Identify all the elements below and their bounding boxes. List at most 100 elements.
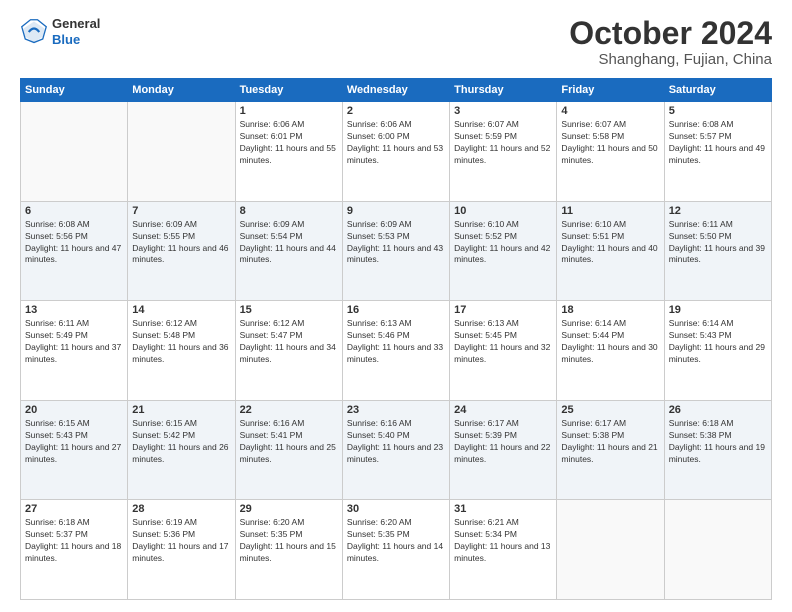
- calendar-day-cell: 1Sunrise: 6:06 AM Sunset: 6:01 PM Daylig…: [235, 102, 342, 202]
- calendar-day-cell: 11 Sunrise: 6:10 AM Sunset: 5:51 PM Dayli…: [557, 201, 664, 301]
- calendar-header-row: SundayMondayTuesdayWednesdayThursdayFrid…: [21, 79, 772, 102]
- calendar-day-cell: 25 Sunrise: 6:17 AM Sunset: 5:38 PM Dayli…: [557, 400, 664, 500]
- day-number: 29: [240, 503, 338, 515]
- logo: General Blue: [20, 16, 100, 47]
- day-info: Sunrise: 6:19 AM Sunset: 5:36 PM Dayligh…: [132, 517, 230, 565]
- logo-blue: Blue: [52, 32, 100, 48]
- month-year-title: October 2024: [569, 16, 772, 51]
- calendar-day-cell: 17 Sunrise: 6:13 AM Sunset: 5:45 PM Dayli…: [450, 301, 557, 401]
- day-info: Sunrise: 6:11 AM Sunset: 5:50 PM Dayligh…: [669, 219, 767, 267]
- day-info: Sunrise: 6:17 AM Sunset: 5:39 PM Dayligh…: [454, 418, 552, 466]
- calendar-day-cell: 21 Sunrise: 6:15 AM Sunset: 5:42 PM Dayli…: [128, 400, 235, 500]
- calendar-day-cell: [664, 500, 771, 600]
- calendar-day-cell: 10 Sunrise: 6:10 AM Sunset: 5:52 PM Dayli…: [450, 201, 557, 301]
- page: General Blue October 2024 Shanghang, Fuj…: [0, 0, 792, 612]
- calendar-day-cell: 26 Sunrise: 6:18 AM Sunset: 5:38 PM Dayli…: [664, 400, 771, 500]
- calendar-day-cell: 30 Sunrise: 6:20 AM Sunset: 5:35 PM Dayli…: [342, 500, 449, 600]
- calendar-day-cell: 19 Sunrise: 6:14 AM Sunset: 5:43 PM Dayli…: [664, 301, 771, 401]
- calendar-day-cell: [21, 102, 128, 202]
- day-info: Sunrise: 6:20 AM Sunset: 5:35 PM Dayligh…: [347, 517, 445, 565]
- weekday-header: Saturday: [664, 79, 771, 102]
- day-number: 21: [132, 404, 230, 416]
- day-info: Sunrise: 6:06 AM Sunset: 6:00 PM Dayligh…: [347, 119, 445, 167]
- day-number: 23: [347, 404, 445, 416]
- calendar-day-cell: [128, 102, 235, 202]
- day-number: 11: [561, 205, 659, 217]
- day-number: 18: [561, 304, 659, 316]
- day-number: 6: [25, 205, 123, 217]
- day-info: Sunrise: 6:09 AM Sunset: 5:53 PM Dayligh…: [347, 219, 445, 267]
- day-info: Sunrise: 6:13 AM Sunset: 5:45 PM Dayligh…: [454, 318, 552, 366]
- day-info: Sunrise: 6:09 AM Sunset: 5:54 PM Dayligh…: [240, 219, 338, 267]
- day-number: 22: [240, 404, 338, 416]
- day-info: Sunrise: 6:16 AM Sunset: 5:40 PM Dayligh…: [347, 418, 445, 466]
- calendar-week-row: 20 Sunrise: 6:15 AM Sunset: 5:43 PM Dayli…: [21, 400, 772, 500]
- day-info: Sunrise: 6:10 AM Sunset: 5:52 PM Dayligh…: [454, 219, 552, 267]
- calendar-day-cell: 6Sunrise: 6:08 AM Sunset: 5:56 PM Daylig…: [21, 201, 128, 301]
- calendar-week-row: 6Sunrise: 6:08 AM Sunset: 5:56 PM Daylig…: [21, 201, 772, 301]
- day-number: 25: [561, 404, 659, 416]
- day-number: 15: [240, 304, 338, 316]
- day-number: 28: [132, 503, 230, 515]
- calendar-week-row: 1Sunrise: 6:06 AM Sunset: 6:01 PM Daylig…: [21, 102, 772, 202]
- day-info: Sunrise: 6:14 AM Sunset: 5:44 PM Dayligh…: [561, 318, 659, 366]
- location-subtitle: Shanghang, Fujian, China: [569, 51, 772, 68]
- calendar-day-cell: 31 Sunrise: 6:21 AM Sunset: 5:34 PM Dayli…: [450, 500, 557, 600]
- day-info: Sunrise: 6:06 AM Sunset: 6:01 PM Dayligh…: [240, 119, 338, 167]
- day-number: 20: [25, 404, 123, 416]
- weekday-header: Monday: [128, 79, 235, 102]
- day-number: 14: [132, 304, 230, 316]
- day-info: Sunrise: 6:14 AM Sunset: 5:43 PM Dayligh…: [669, 318, 767, 366]
- day-number: 9: [347, 205, 445, 217]
- calendar-day-cell: 29 Sunrise: 6:20 AM Sunset: 5:35 PM Dayli…: [235, 500, 342, 600]
- weekday-header: Wednesday: [342, 79, 449, 102]
- day-number: 24: [454, 404, 552, 416]
- weekday-header: Sunday: [21, 79, 128, 102]
- calendar-day-cell: 27Sunrise: 6:18 AM Sunset: 5:37 PM Dayli…: [21, 500, 128, 600]
- calendar-day-cell: 12Sunrise: 6:11 AM Sunset: 5:50 PM Dayli…: [664, 201, 771, 301]
- day-number: 8: [240, 205, 338, 217]
- calendar-day-cell: 24 Sunrise: 6:17 AM Sunset: 5:39 PM Dayli…: [450, 400, 557, 500]
- day-info: Sunrise: 6:12 AM Sunset: 5:47 PM Dayligh…: [240, 318, 338, 366]
- calendar-day-cell: 18 Sunrise: 6:14 AM Sunset: 5:44 PM Dayli…: [557, 301, 664, 401]
- day-info: Sunrise: 6:09 AM Sunset: 5:55 PM Dayligh…: [132, 219, 230, 267]
- day-info: Sunrise: 6:12 AM Sunset: 5:48 PM Dayligh…: [132, 318, 230, 366]
- calendar-day-cell: 15 Sunrise: 6:12 AM Sunset: 5:47 PM Dayli…: [235, 301, 342, 401]
- day-info: Sunrise: 6:16 AM Sunset: 5:41 PM Dayligh…: [240, 418, 338, 466]
- calendar-day-cell: 7Sunrise: 6:09 AM Sunset: 5:55 PM Daylig…: [128, 201, 235, 301]
- day-info: Sunrise: 6:17 AM Sunset: 5:38 PM Dayligh…: [561, 418, 659, 466]
- day-number: 3: [454, 105, 552, 117]
- calendar-day-cell: 4Sunrise: 6:07 AM Sunset: 5:58 PM Daylig…: [557, 102, 664, 202]
- header: General Blue October 2024 Shanghang, Fuj…: [20, 16, 772, 68]
- logo-general: General: [52, 16, 100, 32]
- day-info: Sunrise: 6:11 AM Sunset: 5:49 PM Dayligh…: [25, 318, 123, 366]
- calendar-day-cell: 2Sunrise: 6:06 AM Sunset: 6:00 PM Daylig…: [342, 102, 449, 202]
- day-info: Sunrise: 6:21 AM Sunset: 5:34 PM Dayligh…: [454, 517, 552, 565]
- calendar-day-cell: 20 Sunrise: 6:15 AM Sunset: 5:43 PM Dayli…: [21, 400, 128, 500]
- day-info: Sunrise: 6:15 AM Sunset: 5:42 PM Dayligh…: [132, 418, 230, 466]
- day-info: Sunrise: 6:20 AM Sunset: 5:35 PM Dayligh…: [240, 517, 338, 565]
- day-number: 5: [669, 105, 767, 117]
- day-info: Sunrise: 6:08 AM Sunset: 5:57 PM Dayligh…: [669, 119, 767, 167]
- day-info: Sunrise: 6:10 AM Sunset: 5:51 PM Dayligh…: [561, 219, 659, 267]
- calendar-day-cell: 22 Sunrise: 6:16 AM Sunset: 5:41 PM Dayli…: [235, 400, 342, 500]
- day-number: 26: [669, 404, 767, 416]
- day-number: 19: [669, 304, 767, 316]
- day-info: Sunrise: 6:15 AM Sunset: 5:43 PM Dayligh…: [25, 418, 123, 466]
- calendar-day-cell: 23 Sunrise: 6:16 AM Sunset: 5:40 PM Dayli…: [342, 400, 449, 500]
- calendar-week-row: 27Sunrise: 6:18 AM Sunset: 5:37 PM Dayli…: [21, 500, 772, 600]
- day-number: 17: [454, 304, 552, 316]
- day-info: Sunrise: 6:07 AM Sunset: 5:58 PM Dayligh…: [561, 119, 659, 167]
- day-info: Sunrise: 6:18 AM Sunset: 5:38 PM Dayligh…: [669, 418, 767, 466]
- day-number: 30: [347, 503, 445, 515]
- weekday-header: Thursday: [450, 79, 557, 102]
- calendar-day-cell: 3Sunrise: 6:07 AM Sunset: 5:59 PM Daylig…: [450, 102, 557, 202]
- weekday-header: Tuesday: [235, 79, 342, 102]
- weekday-header: Friday: [557, 79, 664, 102]
- day-number: 27: [25, 503, 123, 515]
- calendar-day-cell: 5 Sunrise: 6:08 AM Sunset: 5:57 PM Daylig…: [664, 102, 771, 202]
- day-number: 31: [454, 503, 552, 515]
- day-number: 10: [454, 205, 552, 217]
- day-number: 16: [347, 304, 445, 316]
- calendar-table: SundayMondayTuesdayWednesdayThursdayFrid…: [20, 78, 772, 600]
